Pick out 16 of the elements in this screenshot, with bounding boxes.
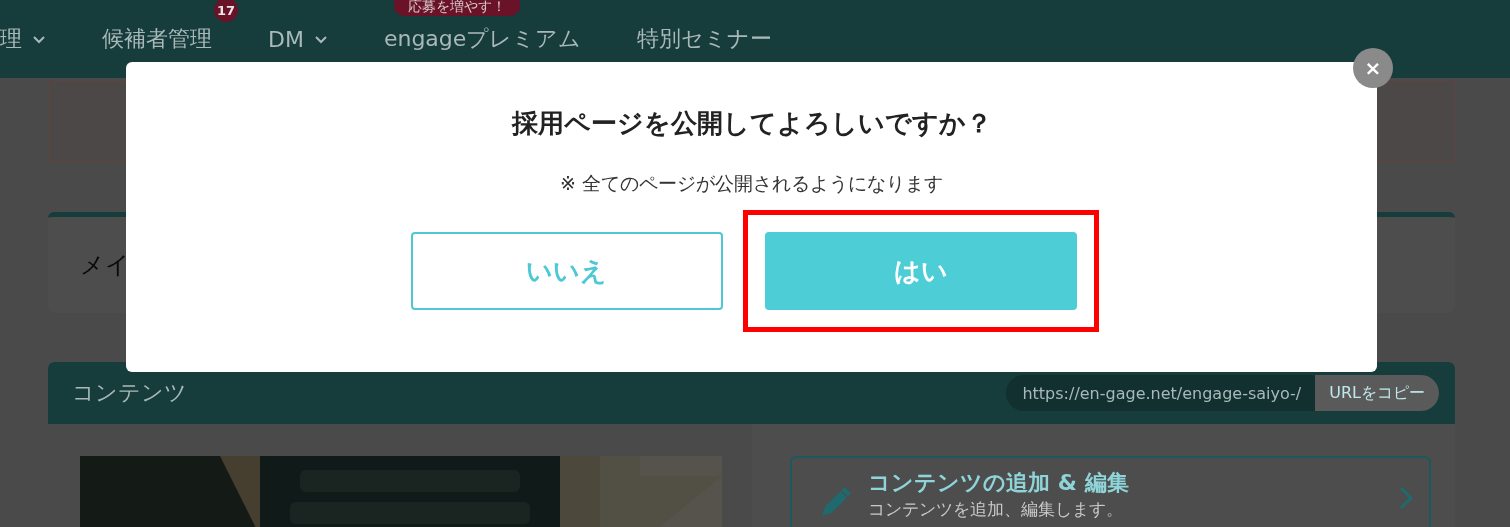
count-badge: 17: [214, 0, 238, 22]
action-description: コンテンツを追加、編集します。: [868, 498, 1124, 521]
nav-item[interactable]: DM: [268, 24, 328, 54]
nav-item[interactable]: engageプレミアム: [383, 24, 582, 54]
url-text: https://en-gage.net/engage-saiyo-/: [1021, 383, 1303, 403]
nav-item[interactable]: 理: [0, 24, 46, 54]
chevron-right-icon: [1399, 486, 1413, 510]
nav-item[interactable]: 特別セミナー: [637, 24, 773, 54]
dialog-title: 採用ページを公開してよろしいですか？: [511, 107, 992, 140]
action-title: コンテンツの追加 & 編集: [868, 469, 1130, 497]
add-edit-contents-link[interactable]: コンテンツの追加 & 編集 コンテンツを追加、編集します。: [790, 456, 1431, 527]
card-title: メイ: [80, 250, 130, 281]
dialog-note: ※ 全てのページが公開されるようになります: [560, 171, 943, 196]
nav-item[interactable]: 候補者管理: [102, 24, 212, 54]
copy-url-button[interactable]: URLをコピー: [1315, 375, 1439, 411]
section-title: コンテンツ: [72, 379, 187, 407]
